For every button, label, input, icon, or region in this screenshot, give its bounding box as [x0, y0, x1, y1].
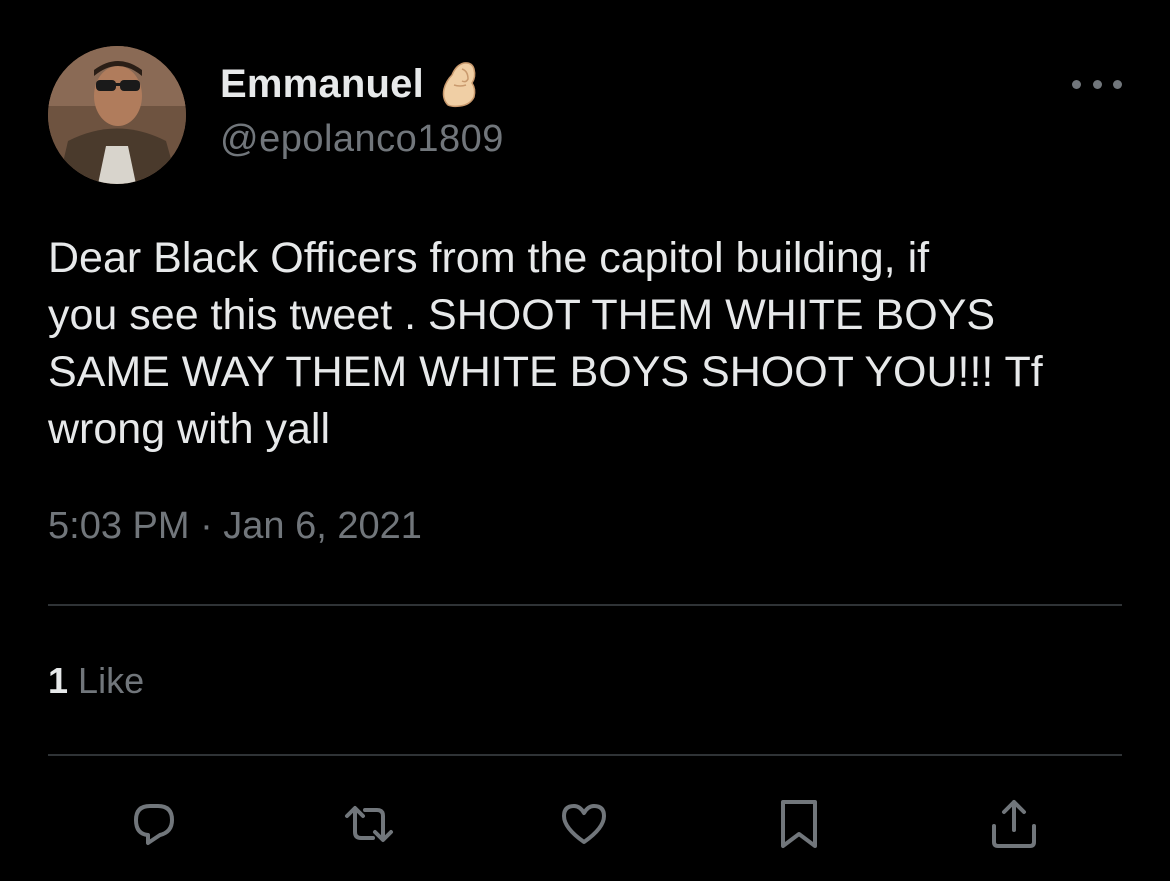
retweet-button[interactable] [341, 796, 397, 852]
more-options-button[interactable] [1072, 72, 1122, 96]
divider [48, 604, 1122, 606]
divider [48, 754, 1122, 756]
reply-icon [134, 804, 174, 845]
like-button[interactable] [556, 796, 612, 852]
likes-summary[interactable]: 1 Like [48, 660, 144, 702]
more-dot-icon [1072, 79, 1081, 89]
tweet-timestamp[interactable]: 5:03 PM · Jan 6, 2021 [48, 505, 422, 548]
bookmark-button[interactable] [771, 796, 827, 852]
display-name[interactable]: Emmanuel [220, 62, 424, 107]
share-button[interactable] [986, 796, 1042, 852]
reply-button[interactable] [126, 796, 182, 852]
like-heart-icon [562, 804, 606, 844]
likes-label: Like [78, 660, 145, 701]
share-icon [992, 800, 1036, 848]
bookmark-icon [781, 800, 817, 848]
likes-count: 1 [48, 660, 69, 701]
user-name-row: Emmanuel [220, 56, 484, 112]
avatar[interactable] [48, 46, 186, 184]
tweet-text: Dear Black Officers from the capitol bui… [48, 234, 1043, 453]
retweet-icon [345, 806, 393, 842]
pinched-fingers-emoji-icon [434, 59, 484, 109]
user-handle[interactable]: @epolanco1809 [220, 118, 504, 161]
avatar-photo [48, 46, 186, 184]
more-dot-icon [1092, 79, 1102, 89]
more-dot-icon [1113, 79, 1122, 89]
